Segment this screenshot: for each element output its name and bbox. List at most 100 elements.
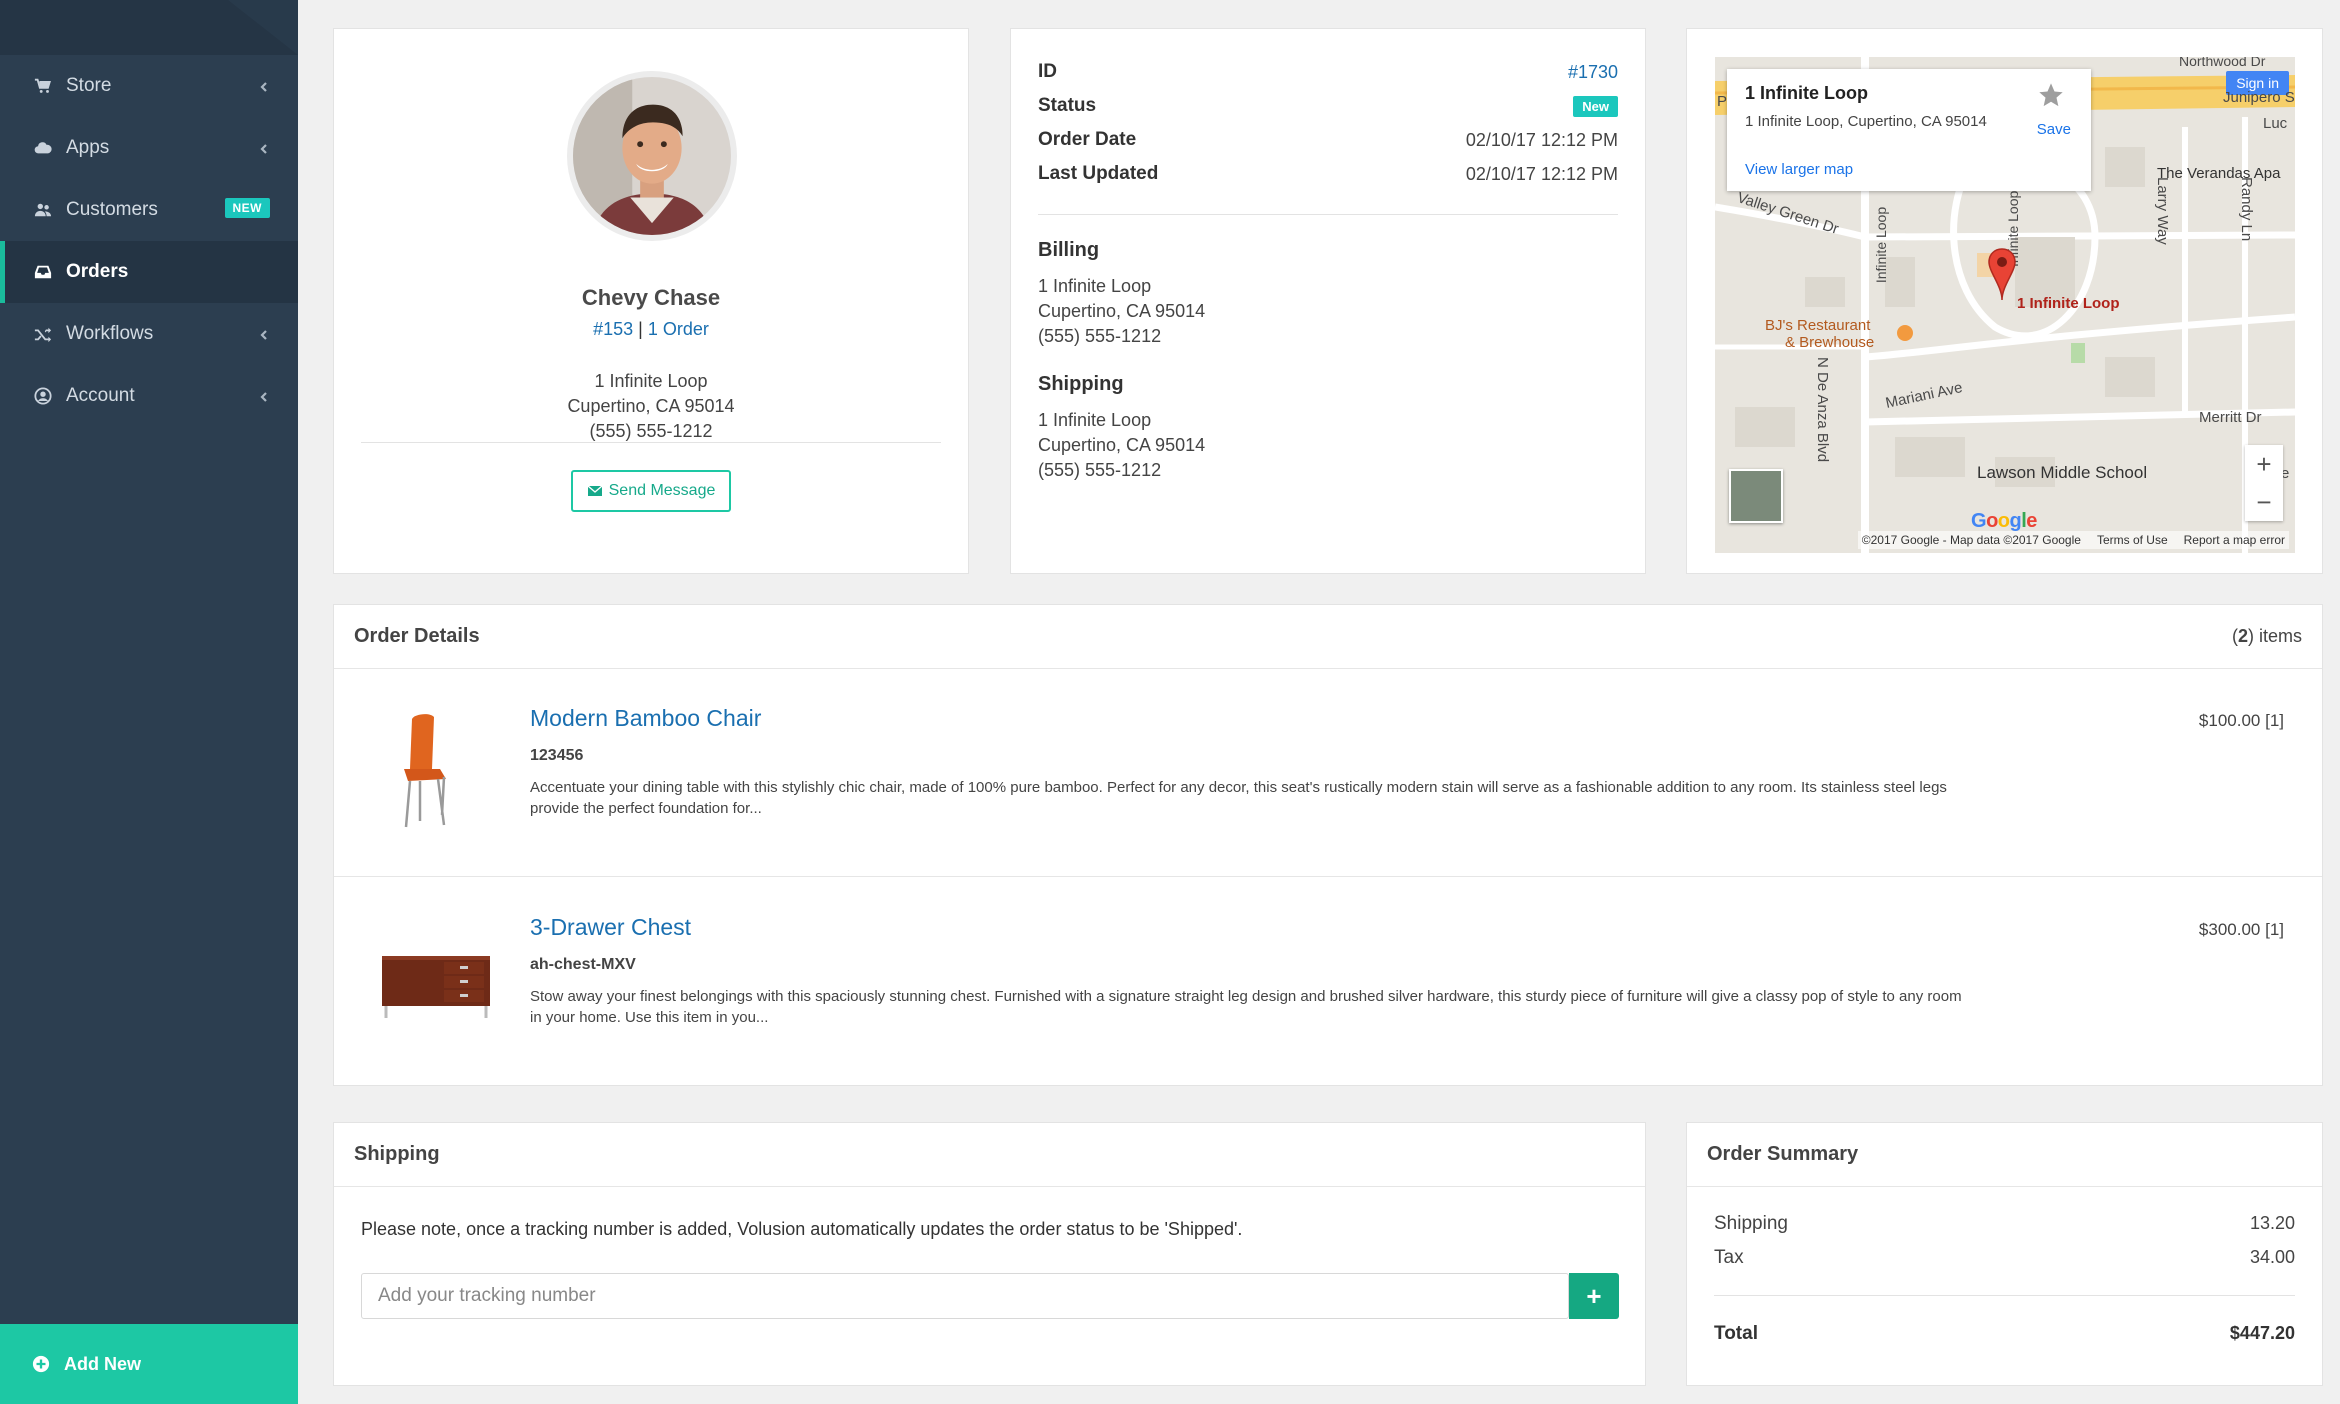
- send-message-label: Send Message: [608, 482, 716, 499]
- add-new-button[interactable]: Add New: [0, 1324, 298, 1404]
- summary-shipping-row: Shipping 13.20: [1714, 1213, 2295, 1235]
- cart-icon: [32, 75, 54, 97]
- map-place-label: & Brewhouse: [1785, 334, 1875, 351]
- inbox-icon: [32, 261, 54, 283]
- shipping-card: Shipping Please note, once a tracking nu…: [333, 1122, 1646, 1386]
- sidebar-item-orders[interactable]: Orders: [0, 241, 298, 303]
- sidebar-item-label: Store: [66, 75, 112, 96]
- summary-tax-label: Tax: [1714, 1247, 1744, 1268]
- customer-links: #153 | 1 Order: [334, 319, 968, 340]
- map-copyright: ©2017 Google - Map data ©2017 Google: [1861, 533, 2081, 547]
- map-card: Sign in Northwood Dr Junipero S Luc Pe T…: [1686, 28, 2323, 574]
- phone: (555) 555-1212: [1038, 326, 1162, 346]
- customer-orders-link[interactable]: 1 Order: [648, 319, 709, 339]
- shipping-card-title: Shipping: [334, 1123, 1645, 1187]
- list-item: Modern Bamboo Chair 123456 Accentuate yo…: [334, 669, 2322, 877]
- divider: [1038, 214, 1618, 215]
- order-status-label: Status: [1038, 95, 1097, 116]
- product-title-link[interactable]: Modern Bamboo Chair: [530, 705, 761, 732]
- phone: (555) 555-1212: [589, 421, 713, 441]
- order-status-row: Status New: [1038, 93, 1618, 119]
- sidebar-item-label: Apps: [66, 137, 110, 158]
- shipping-heading: Shipping: [1038, 373, 1124, 395]
- billing-address: 1 Infinite Loop Cupertino, CA 95014 (555…: [1038, 274, 1205, 349]
- map-place-label: BJ's Restaurant: [1765, 317, 1871, 334]
- zoom-out-button[interactable]: −: [2245, 483, 2283, 521]
- customer-card: Chevy Chase #153 | 1 Order 1 Infinite Lo…: [333, 28, 969, 574]
- customer-name: Chevy Chase: [581, 285, 721, 310]
- sidebar-item-label: Orders: [66, 261, 129, 282]
- sidebar-item-label: Customers: [66, 199, 158, 220]
- shuffle-icon: [32, 323, 54, 345]
- summary-total-row: Total $447.20: [1714, 1323, 2295, 1345]
- sidebar: Store Apps Customers NEW Orders Workflow…: [0, 0, 298, 1404]
- order-info-card: ID #1730 Status New Order Date 02/10/17 …: [1010, 28, 1646, 574]
- cloud-icon: [32, 137, 54, 159]
- map-road-label: Infinite Loop: [1873, 206, 1890, 284]
- zoom-in-button[interactable]: +: [2245, 445, 2283, 483]
- address-line: Cupertino, CA 95014: [1038, 435, 1206, 455]
- product-description: Accentuate your dining table with this s…: [530, 779, 1947, 817]
- sidebar-item-account[interactable]: Account: [0, 365, 298, 427]
- address-line: 1 Infinite Loop: [594, 371, 708, 391]
- divider: [1714, 1295, 2295, 1296]
- map-info-title: 1 Infinite Loop: [1745, 83, 1868, 103]
- map-pin-icon[interactable]: [1987, 247, 2017, 308]
- item-count-suffix: items: [2253, 626, 2302, 646]
- product-image-chair[interactable]: [374, 709, 494, 829]
- order-id-row: ID #1730: [1038, 59, 1618, 85]
- sidebar-item-apps[interactable]: Apps: [0, 117, 298, 179]
- summary-total-label: Total: [1714, 1323, 1758, 1344]
- order-summary-card: Order Summary Shipping 13.20 Tax 34.00 T…: [1686, 1122, 2323, 1386]
- order-id-value[interactable]: #1730: [1568, 62, 1618, 83]
- restaurant-icon: [1897, 325, 1913, 341]
- status-badge: New: [1573, 95, 1618, 117]
- add-tracking-button[interactable]: +: [1569, 1273, 1619, 1319]
- address-line: 1 Infinite Loop: [1038, 410, 1152, 430]
- item-count: (2) items: [2231, 626, 2302, 646]
- map-terms-link[interactable]: Terms of Use: [2097, 533, 2168, 547]
- chevron-left-icon: [258, 139, 272, 154]
- map-pin-label: 1 Infinite Loop: [2017, 295, 2120, 312]
- sidebar-item-customers[interactable]: Customers NEW: [0, 179, 298, 241]
- summary-total-value: $447.20: [2229, 1323, 2295, 1343]
- address-line: Cupertino, CA 95014: [567, 396, 735, 416]
- send-message-button[interactable]: Send Message: [571, 470, 731, 512]
- sidebar-item-store[interactable]: Store: [0, 55, 298, 117]
- avatar: [567, 71, 737, 241]
- zoom-controls: + −: [2245, 445, 2283, 521]
- summary-shipping-label: Shipping: [1714, 1213, 1788, 1234]
- last-updated-value: 02/10/17 12:12 PM: [1465, 163, 1618, 184]
- summary-tax-value: 34.00: [2249, 1247, 2295, 1267]
- order-date-value: 02/10/17 12:12 PM: [1465, 129, 1618, 150]
- chevron-left-icon: [258, 77, 272, 92]
- address-line: Cupertino, CA 95014: [1038, 301, 1206, 321]
- product-image-chest[interactable]: [374, 918, 494, 1038]
- google-logo: Google: [1971, 510, 2037, 532]
- map-place-label: Lawson Middle School: [1977, 463, 2148, 482]
- summary-tax-row: Tax 34.00: [1714, 1247, 2295, 1269]
- link-separator: |: [638, 319, 643, 339]
- plus-circle-icon: [32, 1355, 50, 1373]
- list-item: 3-Drawer Chest ah-chest-MXV Stow away yo…: [334, 878, 2322, 1086]
- divider: [361, 442, 941, 443]
- sidebar-item-label: Workflows: [66, 323, 154, 344]
- order-details-header: Order Details (2) items: [334, 605, 2322, 669]
- map-road-label: Northwood Dr: [2179, 57, 2266, 69]
- satellite-toggle[interactable]: [1729, 469, 1783, 523]
- map-road-label: Larry Way: [2154, 177, 2171, 245]
- star-icon[interactable]: [2037, 81, 2065, 109]
- product-title-link[interactable]: 3-Drawer Chest: [530, 914, 691, 941]
- map-road-label: Junipero S: [2223, 89, 2295, 106]
- shipping-note: Please note, once a tracking number is a…: [361, 1219, 1243, 1239]
- tracking-number-input[interactable]: [361, 1273, 1569, 1319]
- map-save-button[interactable]: Save: [2037, 121, 2071, 138]
- map-report-link[interactable]: Report a map error: [2184, 533, 2285, 547]
- order-summary-title: Order Summary: [1687, 1123, 2322, 1187]
- map[interactable]: Sign in Northwood Dr Junipero S Luc Pe T…: [1715, 57, 2295, 553]
- view-larger-map-link[interactable]: View larger map: [1745, 161, 1853, 178]
- chevron-left-icon: [258, 325, 272, 340]
- customer-id-link[interactable]: #153: [593, 319, 633, 339]
- chevron-left-icon: [258, 387, 272, 402]
- sidebar-item-workflows[interactable]: Workflows: [0, 303, 298, 365]
